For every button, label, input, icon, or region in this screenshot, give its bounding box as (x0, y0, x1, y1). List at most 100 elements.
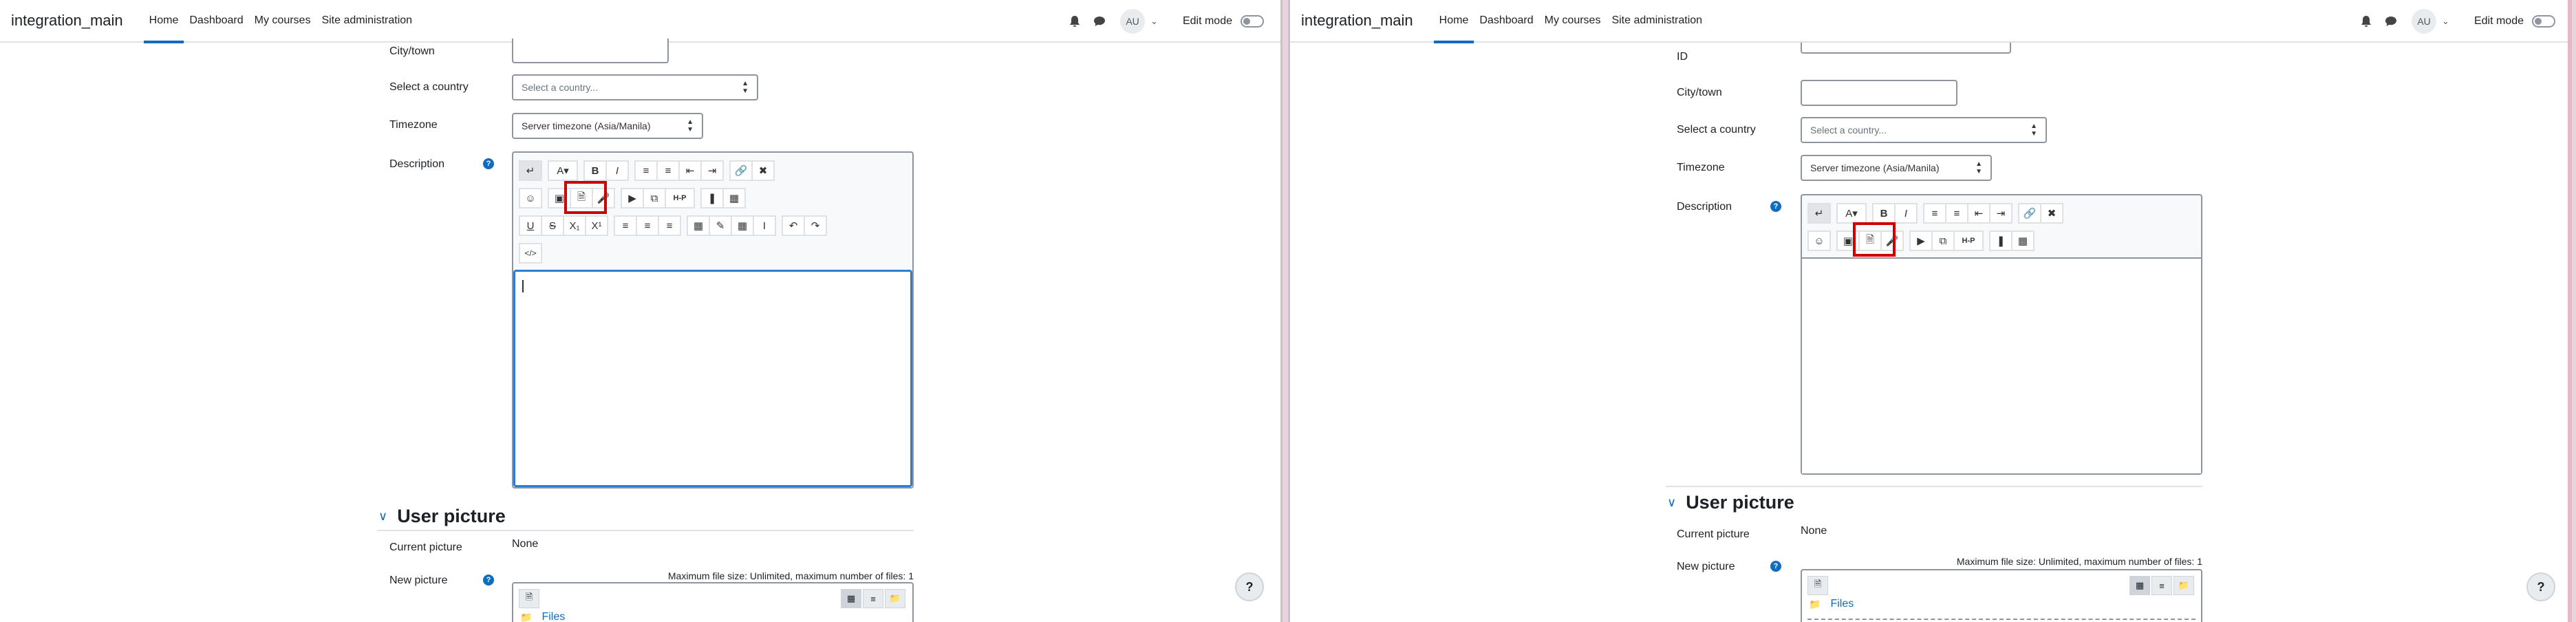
italic-icon[interactable]: I (605, 160, 629, 181)
help-fab-button[interactable]: ? (1235, 572, 1264, 601)
files-link[interactable]: Files (1830, 598, 1854, 610)
italic-icon[interactable]: I (1894, 203, 1918, 224)
video-icon[interactable]: ▶ (621, 188, 644, 208)
nav-my-courses[interactable]: My courses (249, 0, 316, 42)
add-file-icon[interactable]: 🗎 (519, 589, 539, 608)
unordered-list-icon[interactable]: ≡ (634, 160, 658, 181)
id-input[interactable] (1801, 43, 2011, 54)
font-style-icon[interactable]: A▾ (1836, 203, 1867, 224)
timezone-select[interactable]: Server timezone (Asia/Manila) ▲ ▼ (1801, 155, 1992, 181)
bell-icon[interactable] (1068, 14, 1082, 28)
help-icon[interactable]: ? (483, 575, 494, 586)
nav-home[interactable]: Home (1433, 0, 1474, 43)
indent-icon[interactable]: ⇥ (1989, 203, 2012, 224)
toolbar-row-1: ↵ A▾ B I ≡ ≡ ⇤ ⇥ 🔗 ✖ (519, 160, 775, 182)
align-right-icon[interactable]: ≡ (658, 215, 681, 236)
grid-view-icon[interactable]: ▦ (2129, 576, 2150, 595)
city-input[interactable] (1801, 80, 1957, 106)
undo-icon[interactable]: ↶ (782, 215, 805, 236)
strikethrough-icon[interactable]: S (541, 215, 564, 236)
user-picture-header[interactable]: ∨ User picture (378, 506, 506, 527)
nav-my-courses[interactable]: My courses (1539, 0, 1607, 42)
help-icon[interactable]: ? (1770, 561, 1781, 572)
current-picture-label: Current picture (1677, 528, 1750, 540)
chevron-down-icon[interactable]: ⌄ (1150, 16, 1158, 27)
folder-view-icon[interactable]: 📁 (885, 589, 905, 608)
align-center-icon[interactable]: ≡ (636, 215, 659, 236)
font-style-icon[interactable]: A▾ (548, 160, 578, 181)
calculator-icon[interactable]: ▦ (687, 215, 710, 236)
country-select[interactable]: Select a country... ▲ ▼ (1801, 117, 2047, 143)
chevron-down-icon[interactable]: ⌄ (2442, 16, 2449, 27)
h5p-icon[interactable]: H-P (665, 188, 695, 208)
copy-icon[interactable]: ⧉ (1931, 230, 1955, 251)
nav-dashboard[interactable]: Dashboard (184, 0, 248, 42)
indent-icon[interactable]: ⇥ (700, 160, 724, 181)
collapse-chevron-icon[interactable]: ∨ (1667, 495, 1676, 510)
nav-site-administration[interactable]: Site administration (1606, 0, 1708, 42)
nav-dashboard[interactable]: Dashboard (1474, 0, 1538, 42)
link-icon[interactable]: 🔗 (729, 160, 753, 181)
collapse-toolbar-button[interactable]: ↵ (1807, 203, 1831, 224)
unordered-list-icon[interactable]: ≡ (1923, 203, 1946, 224)
accessibility-icon[interactable]: ❚ (1989, 230, 2012, 251)
emoji-icon[interactable]: ☺ (519, 188, 542, 208)
underline-icon[interactable]: U (519, 215, 542, 236)
country-select[interactable]: Select a country... ▲ ▼ (512, 74, 758, 100)
help-icon[interactable]: ? (483, 158, 494, 169)
unlink-icon[interactable]: ✖ (751, 160, 775, 181)
city-input[interactable] (512, 39, 669, 63)
add-file-icon[interactable]: 🗎 (1807, 576, 1828, 595)
accessibility-icon[interactable]: ❚ (700, 188, 724, 208)
subscript-icon[interactable]: X₁ (563, 215, 586, 236)
select-arrows-icon: ▲ ▼ (2030, 122, 2037, 138)
redo-icon[interactable]: ↷ (804, 215, 827, 236)
files-link[interactable]: Files (541, 611, 565, 622)
text-cursor-icon[interactable]: I (753, 215, 776, 236)
grid-view-icon[interactable]: ▦ (841, 589, 861, 608)
list-view-icon[interactable]: ≡ (2151, 576, 2172, 595)
edit-mode-toggle[interactable] (1241, 15, 1264, 28)
bold-icon[interactable]: B (1872, 203, 1896, 224)
description-textarea[interactable] (1802, 257, 2201, 473)
ordered-list-icon[interactable]: ≡ (1945, 203, 1968, 224)
link-icon[interactable]: 🔗 (2018, 203, 2041, 224)
outdent-icon[interactable]: ⇤ (678, 160, 702, 181)
site-brand[interactable]: integration_main (1301, 12, 1413, 30)
video-icon[interactable]: ▶ (1909, 230, 1933, 251)
ordered-list-icon[interactable]: ≡ (656, 160, 680, 181)
edit-icon[interactable]: ✎ (709, 215, 732, 236)
folder-view-icon[interactable]: 📁 (2174, 576, 2194, 595)
nav-home[interactable]: Home (143, 0, 184, 43)
table-icon[interactable]: ▦ (722, 188, 746, 208)
site-brand[interactable]: integration_main (11, 12, 123, 30)
nav-site-administration[interactable]: Site administration (316, 0, 418, 42)
outdent-icon[interactable]: ⇤ (1967, 203, 1990, 224)
edit-mode-toggle[interactable] (2532, 15, 2555, 28)
collapse-chevron-icon[interactable]: ∨ (378, 509, 387, 524)
superscript-icon[interactable]: X¹ (585, 215, 608, 236)
description-textarea[interactable] (513, 270, 912, 487)
help-fab-button[interactable]: ? (2526, 572, 2555, 601)
user-avatar[interactable]: AU (2412, 9, 2437, 34)
table-edit-icon[interactable]: ▦ (731, 215, 754, 236)
collapse-toolbar-button[interactable]: ↵ (519, 160, 542, 181)
html-code-icon[interactable]: </> (519, 243, 542, 264)
messages-icon[interactable] (2384, 14, 2398, 28)
help-icon[interactable]: ? (1770, 201, 1781, 212)
unlink-icon[interactable]: ✖ (2040, 203, 2063, 224)
messages-icon[interactable] (1093, 14, 1106, 28)
list-view-icon[interactable]: ≡ (863, 589, 883, 608)
align-left-icon[interactable]: ≡ (614, 215, 637, 236)
bold-icon[interactable]: B (583, 160, 607, 181)
emoji-icon[interactable]: ☺ (1807, 230, 1831, 251)
user-picture-header[interactable]: ∨ User picture (1667, 492, 1794, 513)
timezone-select[interactable]: Server timezone (Asia/Manila) ▲ ▼ (512, 113, 703, 139)
folder-icon: 📁 (520, 611, 533, 622)
table-icon[interactable]: ▦ (2011, 230, 2035, 251)
h5p-icon[interactable]: H-P (1953, 230, 1984, 251)
copy-icon[interactable]: ⧉ (643, 188, 666, 208)
user-avatar[interactable]: AU (1120, 9, 1146, 34)
bell-icon[interactable] (2359, 14, 2373, 28)
scrollbar[interactable] (2568, 0, 2572, 622)
